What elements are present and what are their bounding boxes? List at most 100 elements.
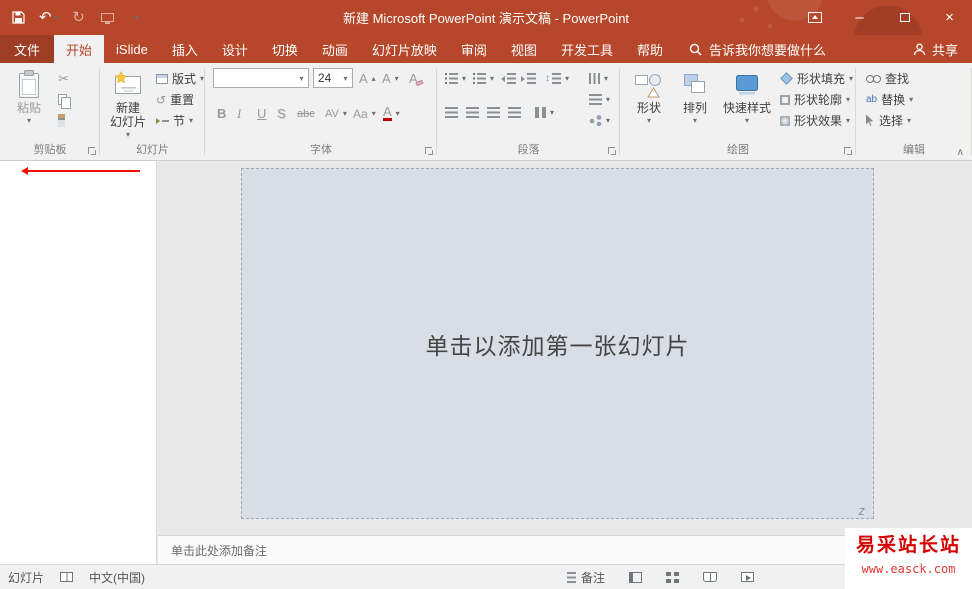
paste-icon	[17, 68, 41, 101]
shape-outline-button[interactable]: 形状轮廓 ▾	[780, 90, 850, 109]
tab-developer[interactable]: 开发工具	[549, 35, 625, 63]
font-size-input[interactable]	[314, 71, 339, 85]
bullets-button[interactable]: ▾	[445, 69, 466, 88]
tab-help[interactable]: 帮助	[625, 35, 675, 63]
smartart-convert-button[interactable]: ▾	[589, 111, 610, 130]
text-direction-button[interactable]: ▾	[589, 69, 608, 88]
slideshow-view-button[interactable]	[741, 572, 754, 582]
font-size-combo[interactable]: ▾	[313, 68, 353, 88]
layout-button[interactable]: 版式 ▾	[156, 69, 204, 88]
font-color-glyph: A	[383, 104, 392, 121]
numbering-button[interactable]: ▾	[473, 69, 494, 88]
normal-view-button[interactable]	[629, 571, 642, 583]
font-dialog-launcher[interactable]	[425, 147, 433, 155]
bullets-icon	[445, 73, 458, 84]
reset-slide-button[interactable]: ↺ 重置	[156, 90, 194, 109]
scissors-icon: ✂	[58, 70, 69, 86]
save-button[interactable]	[10, 6, 26, 30]
copy-button[interactable]	[58, 90, 71, 109]
drawing-dialog-launcher[interactable]	[844, 147, 852, 155]
char-spacing-glyph: AV	[325, 107, 339, 120]
tab-animations[interactable]: 动画	[310, 35, 360, 63]
caret-down-icon: ▾	[849, 74, 854, 83]
character-spacing-button[interactable]: AV ▾	[325, 104, 347, 123]
slide-canvas[interactable]: 单击以添加第一张幻灯片 z	[241, 168, 874, 519]
clear-formatting-button[interactable]: A	[409, 69, 424, 88]
watermark-title: 易采站长站	[855, 535, 961, 556]
share-button[interactable]: 共享	[899, 35, 972, 63]
quick-styles-button[interactable]: 快速样式 ▾	[720, 66, 774, 140]
layout-label: 版式	[172, 72, 197, 86]
shapes-button[interactable]: 形状 ▾	[628, 66, 670, 140]
paste-button[interactable]: 粘贴 ▾	[8, 66, 50, 140]
caret-down-icon: ▾	[909, 95, 914, 104]
change-case-button[interactable]: Aa ▾	[353, 104, 376, 123]
font-name-input[interactable]	[214, 71, 295, 85]
align-right-button[interactable]	[487, 103, 500, 122]
format-painter-button[interactable]	[58, 111, 65, 130]
justify-button[interactable]	[508, 103, 521, 122]
customize-qat-button[interactable]: ▾	[129, 6, 145, 30]
ribbon-display-options-button[interactable]	[792, 0, 837, 35]
columns-icon	[535, 107, 546, 118]
proofing-status-icon[interactable]	[60, 572, 74, 582]
tab-transitions[interactable]: 切换	[260, 35, 310, 63]
arrange-button[interactable]: 排列 ▾	[674, 66, 716, 140]
tab-review[interactable]: 审阅	[449, 35, 499, 63]
line-spacing-icon: ↕	[545, 73, 561, 84]
ribbon-group-font: ▾ ▾ A▴ A▾ A B I U S abc AV▾ Aa▾ A▾ 字体	[205, 63, 437, 160]
paragraph-dialog-launcher[interactable]	[608, 147, 616, 155]
tab-view[interactable]: 视图	[499, 35, 549, 63]
notes-toggle-button[interactable]: 备注	[566, 569, 605, 586]
undo-button[interactable]: ↶ ▾	[39, 6, 58, 30]
tab-insert[interactable]: 插入	[160, 35, 210, 63]
increase-font-size-button[interactable]: A ▴	[359, 69, 376, 88]
share-label: 共享	[931, 42, 958, 58]
font-color-button[interactable]: A ▾	[383, 104, 400, 123]
minimize-button[interactable]: –	[837, 0, 882, 35]
start-slideshow-button[interactable]	[100, 6, 116, 30]
italic-button[interactable]: I	[237, 104, 241, 123]
select-button[interactable]: 选择 ▾	[866, 111, 911, 130]
tab-file[interactable]: 文件	[0, 35, 55, 63]
slide-thumbnail-pane[interactable]	[0, 161, 157, 564]
tab-home[interactable]: 开始	[54, 35, 105, 63]
maximize-button[interactable]	[882, 0, 927, 35]
status-bar: 幻灯片 中文(中国) 备注	[0, 564, 972, 589]
cut-button[interactable]: ✂	[58, 69, 69, 88]
text-shadow-button[interactable]: S	[277, 104, 286, 123]
columns-button[interactable]: ▾	[535, 103, 554, 122]
select-label: 选择	[879, 114, 904, 128]
ribbon-group-editing: 查找 ab 替换 ▾ 选择 ▾ 编辑	[856, 63, 972, 160]
bold-button[interactable]: B	[217, 104, 226, 123]
tab-islide[interactable]: iSlide	[104, 35, 160, 63]
font-name-combo[interactable]: ▾	[213, 68, 309, 88]
strikethrough-button[interactable]: abc	[297, 104, 315, 123]
section-button[interactable]: 节 ▾	[156, 111, 193, 130]
shape-outline-icon	[780, 94, 790, 105]
tell-me-search[interactable]: 告诉我你想要做什么	[689, 35, 826, 63]
close-button[interactable]: ×	[927, 0, 972, 35]
clipboard-dialog-launcher[interactable]	[88, 147, 96, 155]
slide-sorter-view-button[interactable]	[666, 571, 679, 583]
title-bar: ↶ ▾ ↻ ▾ 新建 Microsoft PowerPoint 演示文稿 - Po…	[0, 0, 972, 35]
align-text-button[interactable]: ▾	[589, 90, 610, 109]
language-indicator[interactable]: 中文(中国)	[89, 569, 145, 586]
redo-button[interactable]: ↻	[71, 6, 87, 30]
tab-design[interactable]: 设计	[210, 35, 260, 63]
collapse-ribbon-button[interactable]: ∧	[957, 147, 964, 158]
align-center-button[interactable]	[466, 103, 479, 122]
decrease-font-size-button[interactable]: A ▾	[382, 69, 399, 88]
tab-slide-show[interactable]: 幻灯片放映	[360, 35, 449, 63]
decrease-indent-button[interactable]	[501, 69, 516, 88]
align-left-button[interactable]	[445, 103, 458, 122]
line-spacing-button[interactable]: ↕ ▾	[545, 69, 569, 88]
reading-view-button[interactable]	[703, 572, 717, 582]
find-button[interactable]: 查找	[866, 69, 909, 88]
shape-fill-button[interactable]: 形状填充 ▾	[780, 69, 853, 88]
new-slide-button[interactable]: 新建 幻灯片 ▾	[104, 66, 152, 140]
replace-button[interactable]: ab 替换 ▾	[866, 90, 913, 109]
shape-effects-button[interactable]: 形状效果 ▾	[780, 111, 850, 130]
underline-button[interactable]: U	[257, 104, 266, 123]
increase-indent-button[interactable]	[521, 69, 536, 88]
